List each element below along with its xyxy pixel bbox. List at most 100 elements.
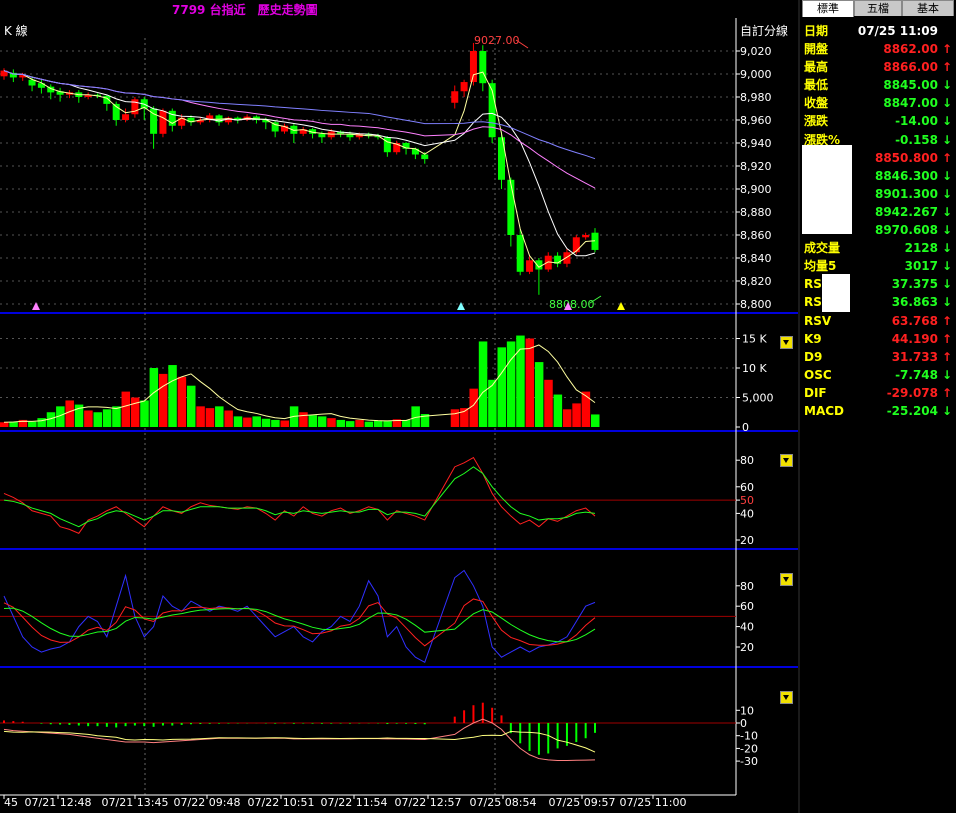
quote-row-value: 8901.300	[874, 186, 938, 201]
volume-bar	[37, 418, 46, 427]
volume-bar	[591, 414, 600, 427]
quote-row-value: -29.078	[886, 385, 938, 400]
dif-line	[3, 718, 596, 761]
quote-row-arrow: ↓	[941, 403, 952, 418]
volume-bar	[534, 362, 544, 427]
rsi-tick-label: 80	[740, 454, 754, 467]
tab-five-levels[interactable]: 五檔	[854, 0, 902, 16]
x-axis-label: 45	[4, 796, 18, 809]
d-line	[3, 607, 596, 643]
volume-bar	[158, 373, 168, 427]
quote-row-arrow: ↓	[941, 186, 952, 201]
volume-bar	[345, 421, 355, 427]
kd-tick-label: 40	[740, 621, 754, 634]
quote-row-value: 37.375	[891, 277, 938, 292]
quote-row-arrow: ↓	[941, 223, 952, 238]
volume-bar	[168, 365, 177, 427]
quote-row-arrow: ↓	[941, 132, 952, 147]
volume-tick-label: 15 K	[742, 333, 767, 346]
volume-bar	[102, 409, 112, 427]
volume-bar	[374, 420, 383, 427]
y-tick-label: 8,880	[740, 206, 772, 219]
kd-dropdown-icon[interactable]	[780, 573, 793, 586]
volume-bar	[478, 341, 488, 427]
y-tick-label: 9,000	[740, 68, 772, 81]
volume-bar	[506, 341, 516, 427]
quote-row-arrow: ↑	[941, 150, 952, 165]
kd-tick-label: 80	[740, 580, 754, 593]
volume-bar	[84, 410, 93, 427]
volume-bar	[93, 412, 102, 427]
volume-bar	[280, 420, 289, 427]
tab-basic[interactable]: 基本	[902, 0, 954, 16]
volume-tick-label: 10 K	[742, 362, 767, 375]
macd-tick-label: 0	[740, 717, 747, 730]
volume-bar	[308, 415, 318, 427]
quote-row-arrow: ↑	[941, 313, 952, 328]
quote-row: RSV 63.768 ↑	[800, 312, 956, 330]
quote-row-label: 日期	[804, 24, 829, 38]
y-tick-label: 8,920	[740, 160, 772, 173]
volume-bar	[299, 412, 308, 427]
quote-row-arrow: ↓	[941, 168, 952, 183]
quote-row-label: K9	[804, 331, 822, 346]
quote-row-value: 8970.608	[874, 223, 938, 238]
quote-row-value: 07/25 11:09	[857, 24, 938, 38]
chart-canvas[interactable]: 9,020 9,000 8,980 8,960 8,940 8,920 8,900 8,880…	[0, 0, 798, 813]
candle-body	[507, 179, 515, 235]
quote-row-arrow: ↓	[941, 277, 952, 292]
quote-row: DIF -29.078 ↑	[800, 384, 956, 402]
quote-row-value: 63.768	[891, 313, 938, 328]
y-tick-label: 8,820	[740, 275, 772, 288]
candle-body	[122, 114, 130, 120]
quote-row: 最高 8866.00 ↑	[800, 58, 956, 76]
volume-bar	[65, 400, 74, 427]
volume-bar	[450, 409, 460, 427]
quote-row-label: 最高	[804, 60, 829, 75]
quote-row: OSC -7.748 ↓	[800, 366, 956, 384]
volume-bar	[0, 422, 9, 427]
quote-row-label: 開盤	[804, 42, 829, 57]
quote-row-value: 8862.00	[883, 42, 938, 57]
quote-row-arrow: ↓	[941, 295, 952, 310]
macd-tick-label: -20	[740, 742, 758, 755]
quote-row-arrow: ↑	[941, 331, 952, 346]
chart-area[interactable]: 9,020 9,000 8,980 8,960 8,940 8,920 8,900 8,880…	[0, 0, 798, 813]
quote-row: 均量5 3017 ↓	[800, 257, 956, 275]
quote-row-value: -14.00	[895, 114, 938, 129]
y-tick-label: 9,020	[740, 45, 772, 58]
quote-row-label: 均量5	[804, 259, 837, 274]
volume-dropdown-icon[interactable]	[780, 336, 793, 349]
candle-body	[572, 237, 580, 253]
candle-body	[421, 154, 429, 160]
volume-bar	[562, 409, 572, 427]
chart-title: 7799 台指近 歷史走勢圖	[172, 3, 318, 17]
quote-panel: 標準 五檔 基本 日期 07/25 11:09 開盤 8862.00 ↑ 最高 8866.0…	[798, 0, 956, 813]
volume-bar	[224, 410, 233, 427]
quote-row-label: 漲跌	[804, 114, 829, 129]
volume-bar	[581, 391, 591, 427]
quote-row: 收盤 8847.00 ↓	[800, 94, 956, 112]
volume-bar	[28, 421, 37, 427]
tab-standard[interactable]: 標準	[802, 0, 854, 17]
volume-tick-label: 5,000	[742, 392, 774, 405]
macd-tick-label: -30	[740, 755, 758, 768]
quote-row-label: 最低	[804, 78, 829, 93]
y-tick-label: 8,840	[740, 252, 772, 265]
quote-row-arrow: ↓	[941, 241, 952, 256]
volume-bar	[196, 406, 205, 427]
k-line	[3, 598, 596, 647]
macd-dropdown-icon[interactable]	[780, 691, 793, 704]
quote-row-value: -25.204	[886, 403, 938, 418]
signal-triangle	[617, 302, 625, 310]
rsi-dropdown-icon[interactable]	[780, 454, 793, 467]
volume-bar	[317, 416, 327, 427]
quote-row-arrow: ↓	[941, 96, 952, 111]
quote-row-arrow: ↓	[941, 259, 952, 274]
volume-bar	[177, 376, 187, 427]
quote-row-value: 8850.800	[874, 150, 938, 165]
volume-bar	[121, 391, 131, 427]
volume-bar	[327, 418, 336, 427]
custom-period-label[interactable]: 自訂分線	[740, 22, 788, 39]
quote-row-value: 31.733	[891, 349, 938, 364]
